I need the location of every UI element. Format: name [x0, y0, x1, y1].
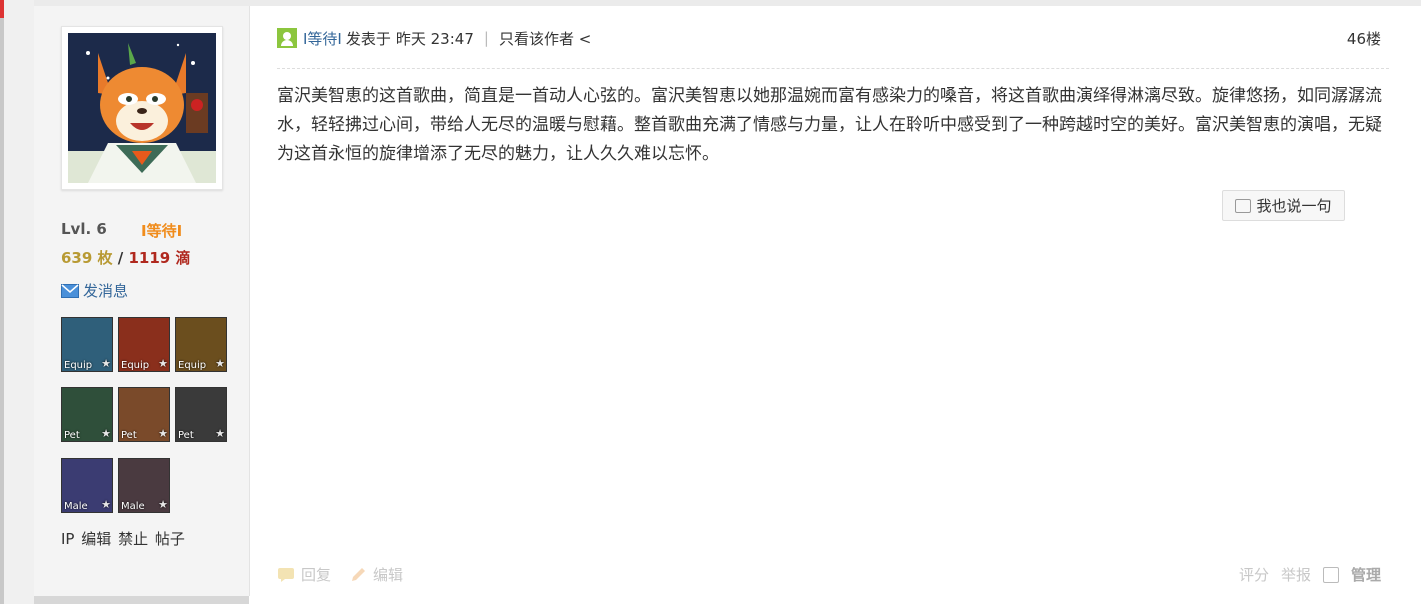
author-only-link[interactable]: 只看该作者 < [499, 28, 591, 49]
send-message-label: 发消息 [83, 282, 129, 300]
post-footer: 回复 编辑 评分 举报 管理 [277, 564, 1387, 590]
avatar-image [68, 33, 216, 183]
posted-label: 发表于 [345, 29, 391, 48]
post-meta: Ι等待Ι 发表于 昨天 23:47 | 只看该作者 < [277, 27, 591, 49]
medal-tag: Male [64, 501, 88, 512]
send-message-link[interactable]: 发消息 [61, 280, 128, 301]
reply-link[interactable]: 回复 [301, 564, 331, 585]
star-icon: ★ [101, 498, 111, 511]
coins-count: 639 枚 [61, 249, 113, 267]
meta-divider-line [277, 68, 1389, 69]
sidebar-bottom-border [34, 596, 249, 604]
user-level: Lvl. 6 [61, 220, 107, 238]
left-edge [0, 0, 4, 604]
medal-tag: Pet [64, 430, 80, 441]
star-icon: ★ [215, 427, 225, 440]
medal-tag: Equip [178, 360, 207, 371]
star-icon: ★ [101, 427, 111, 440]
manage-link[interactable]: 管理 [1351, 564, 1381, 585]
floor-number[interactable]: 46楼 [1347, 28, 1381, 49]
comment-button-label: 我也说一句 [1256, 197, 1332, 215]
user-rank[interactable]: Ι等待Ι [141, 220, 182, 241]
admin-links: IP 编辑 禁止 帖子 [61, 528, 185, 549]
comment-button[interactable]: 我也说一句 [1222, 190, 1345, 221]
edit-link[interactable]: 编辑 [373, 564, 403, 585]
edit-user-link[interactable]: 编辑 [81, 530, 111, 548]
medal-tag: Pet [121, 430, 137, 441]
user-icon [277, 28, 297, 48]
medal-item[interactable]: Pet ★ [118, 387, 170, 442]
star-icon: ★ [158, 498, 168, 511]
manage-checkbox[interactable] [1322, 566, 1339, 583]
star-icon: ★ [101, 357, 111, 370]
medal-tag: Pet [178, 430, 194, 441]
medal-item[interactable]: Equip ★ [118, 317, 170, 372]
ban-user-link[interactable]: 禁止 [118, 530, 148, 548]
post-body: 富沢美智恵的这首歌曲，简直是一首动人心弦的。富沢美智恵以她那温婉而富有感染力的嗓… [277, 86, 1382, 164]
author-sidebar: Lvl. 6 Ι等待Ι 639 枚 / 1119 滴 发消息 Equip ★ E… [34, 6, 250, 596]
window-left-strip [0, 0, 34, 604]
post-content: Ι等待Ι 发表于 昨天 23:47 | 只看该作者 < 46楼 富沢美智恵的这首… [277, 6, 1389, 596]
meta-divider: | [483, 29, 489, 47]
medal-item[interactable]: Equip ★ [61, 317, 113, 372]
points-separator: / [117, 249, 124, 267]
report-link[interactable]: 举报 [1281, 564, 1311, 585]
envelope-icon [61, 283, 79, 298]
medal-tag: Equip [121, 360, 150, 371]
user-posts-link[interactable]: 帖子 [155, 530, 185, 548]
left-edge-accent [0, 0, 4, 18]
star-icon: ★ [215, 357, 225, 370]
star-icon: ★ [158, 427, 168, 440]
medal-item[interactable]: Male ★ [61, 458, 113, 513]
medal-tag: Male [121, 501, 145, 512]
rate-link[interactable]: 评分 [1239, 564, 1269, 585]
medal-item[interactable]: Pet ★ [175, 387, 227, 442]
drops-count: 1119 滴 [128, 249, 191, 267]
medal-tag: Equip [64, 360, 93, 371]
footer-actions-left: 回复 编辑 [277, 564, 403, 585]
forum-post: Lvl. 6 Ι等待Ι 639 枚 / 1119 滴 发消息 Equip ★ E… [34, 0, 1421, 604]
user-points: 639 枚 / 1119 滴 [61, 247, 190, 268]
medal-item[interactable]: Male ★ [118, 458, 170, 513]
reply-icon [278, 567, 294, 582]
post-author[interactable]: Ι等待Ι [303, 28, 342, 49]
medal-item[interactable]: Equip ★ [175, 317, 227, 372]
post-time: 昨天 23:47 [395, 29, 474, 48]
pencil-icon [352, 567, 366, 581]
ip-link[interactable]: IP [61, 530, 74, 548]
star-icon: ★ [158, 357, 168, 370]
footer-actions-right: 评分 举报 管理 [1239, 564, 1381, 585]
avatar[interactable] [61, 26, 223, 190]
medal-item[interactable]: Pet ★ [61, 387, 113, 442]
comment-icon [1235, 198, 1252, 213]
